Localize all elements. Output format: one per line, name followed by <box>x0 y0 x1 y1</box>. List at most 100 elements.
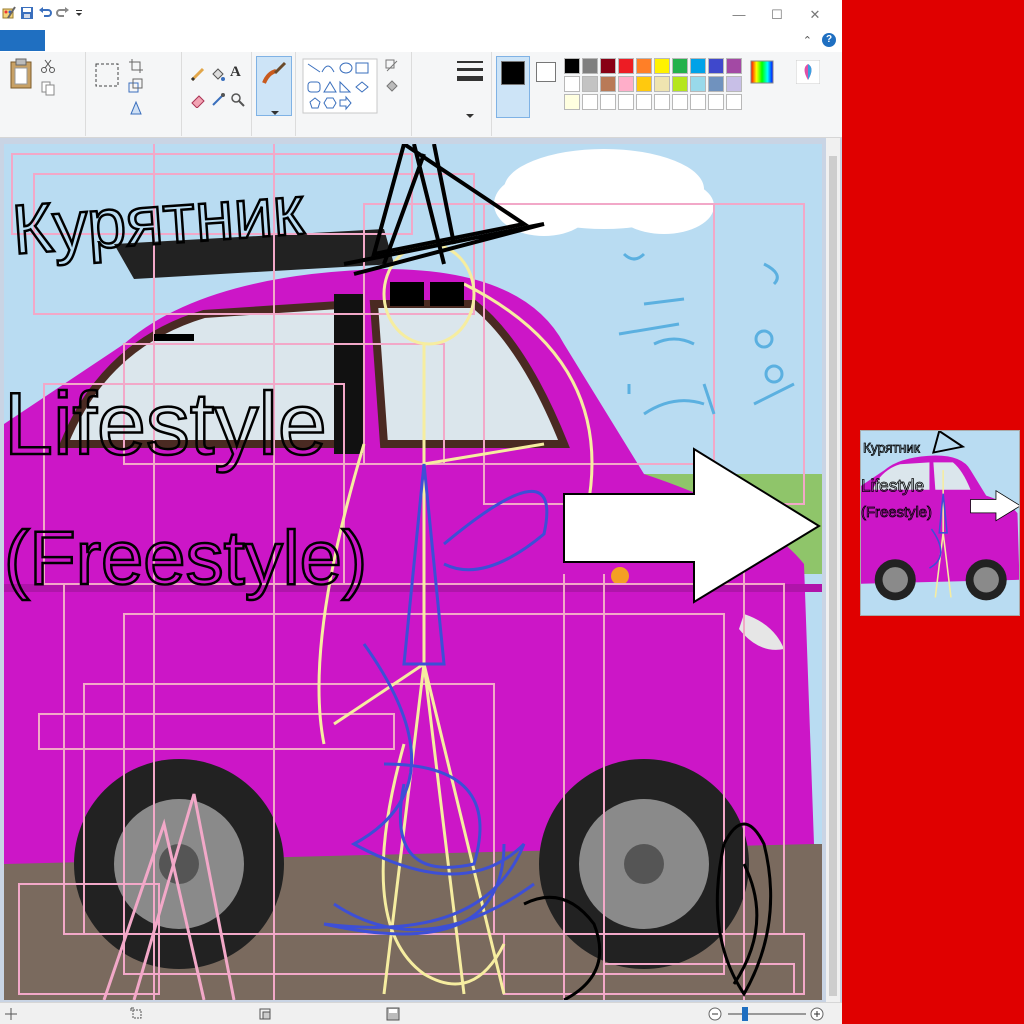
palette-swatch-28[interactable] <box>708 94 724 110</box>
drawing-canvas[interactable]: Курятник Lifestyle (Freestyle) <box>4 144 822 1000</box>
cut-icon[interactable] <box>40 58 56 74</box>
palette-swatch-14[interactable] <box>636 76 652 92</box>
paint-app-icon <box>2 6 16 20</box>
size-icon[interactable] <box>456 58 484 88</box>
palette-swatch-27[interactable] <box>690 94 706 110</box>
brushes-group <box>252 52 296 136</box>
paint3d-icon[interactable] <box>795 59 821 85</box>
status-bar <box>0 1002 842 1024</box>
disk-icon <box>386 1007 400 1021</box>
size-group <box>446 52 492 136</box>
brush-dropdown-icon[interactable] <box>271 103 279 115</box>
palette-swatch-13[interactable] <box>618 76 634 92</box>
palette-swatch-0[interactable] <box>564 58 580 74</box>
shapes-icon[interactable] <box>302 58 378 114</box>
palette-swatch-16[interactable] <box>672 76 688 92</box>
thumbnail-line-3: (Freestyle) <box>861 505 932 521</box>
maximize-button[interactable]: ☐ <box>758 4 796 26</box>
brush-button[interactable] <box>256 56 292 116</box>
help-icon[interactable]: ? <box>822 33 836 47</box>
thumbnail-line-1: Курятник <box>863 441 921 456</box>
color2-swatch <box>536 62 556 82</box>
palette-swatch-6[interactable] <box>672 58 688 74</box>
palette-swatch-18[interactable] <box>708 76 724 92</box>
magnifier-icon[interactable] <box>230 92 246 108</box>
paint-window: — ☐ ✕ ⌃ ? A Курятник Lifestyle (Freestyl… <box>0 0 842 1024</box>
palette-swatch-25[interactable] <box>654 94 670 110</box>
close-button[interactable]: ✕ <box>796 4 834 26</box>
eraser-icon[interactable] <box>190 92 206 109</box>
vertical-scrollbar[interactable] <box>826 138 840 1002</box>
scrollbar-thumb[interactable] <box>829 156 837 996</box>
palette-swatch-15[interactable] <box>654 76 670 92</box>
palette-swatch-19[interactable] <box>726 76 742 92</box>
palette-swatch-22[interactable] <box>600 94 616 110</box>
select-icon[interactable] <box>94 62 120 88</box>
clipboard-group <box>0 52 86 136</box>
palette-swatch-20[interactable] <box>564 94 580 110</box>
undo-icon[interactable] <box>38 6 52 20</box>
palette-swatch-3[interactable] <box>618 58 634 74</box>
palette-swatch-26[interactable] <box>672 94 688 110</box>
minimize-button[interactable]: — <box>720 4 758 26</box>
color-palette <box>564 58 742 110</box>
palette-swatch-9[interactable] <box>726 58 742 74</box>
palette-swatch-29[interactable] <box>726 94 742 110</box>
palette-swatch-21[interactable] <box>582 94 598 110</box>
ribbon: A <box>0 52 842 138</box>
text-icon[interactable]: A <box>230 64 246 80</box>
title-bar: — ☐ ✕ <box>0 0 842 30</box>
selection-size-icon <box>130 1007 144 1021</box>
rotate-icon[interactable] <box>128 100 144 116</box>
redo-icon[interactable] <box>56 6 70 20</box>
zoom-in-icon[interactable] <box>810 1007 824 1021</box>
window-controls: — ☐ ✕ <box>720 4 834 26</box>
file-tab[interactable] <box>0 30 45 51</box>
palette-swatch-17[interactable] <box>690 76 706 92</box>
thumbnail-preview: Курятник Lifestyle (Freestyle) <box>860 430 1020 616</box>
edit-colors-icon[interactable] <box>750 60 774 84</box>
palette-swatch-12[interactable] <box>600 76 616 92</box>
zoom-slider[interactable] <box>728 1007 806 1021</box>
zoom-control <box>708 1007 828 1021</box>
palette-swatch-24[interactable] <box>636 94 652 110</box>
palette-swatch-11[interactable] <box>582 76 598 92</box>
shapes-group <box>296 52 412 136</box>
customize-qat-icon[interactable] <box>74 6 88 20</box>
brush-icon <box>261 61 287 87</box>
zoom-slider-thumb[interactable] <box>742 1007 748 1021</box>
handwritten-line-2: Lifestyle <box>4 374 327 473</box>
paste-icon[interactable] <box>8 58 34 90</box>
palette-swatch-23[interactable] <box>618 94 634 110</box>
quick-access-toolbar <box>2 6 88 20</box>
outline-icon[interactable] <box>384 58 400 74</box>
palette-swatch-10[interactable] <box>564 76 580 92</box>
color1-swatch <box>501 61 525 85</box>
color1-button[interactable] <box>496 56 530 118</box>
palette-swatch-5[interactable] <box>654 58 670 74</box>
save-icon[interactable] <box>20 6 34 20</box>
color2-button[interactable] <box>534 60 558 90</box>
size-dropdown-icon[interactable] <box>466 106 474 118</box>
palette-swatch-2[interactable] <box>600 58 616 74</box>
palette-swatch-7[interactable] <box>690 58 706 74</box>
resize-icon[interactable] <box>128 78 144 94</box>
palette-swatch-8[interactable] <box>708 58 724 74</box>
handwritten-line-3: (Freestyle) <box>4 516 367 601</box>
thumbnail-line-2: Lifestyle <box>861 476 924 496</box>
ribbon-right-controls: ⌃ ? <box>803 33 836 47</box>
fill-shape-icon[interactable] <box>384 78 400 94</box>
ribbon-tab-row: ⌃ ? <box>0 30 842 52</box>
pencil-icon[interactable] <box>190 66 206 82</box>
canvas-size-icon <box>258 1007 272 1021</box>
fill-icon[interactable] <box>210 66 226 82</box>
color-picker-icon[interactable] <box>210 92 226 108</box>
add-text-icon <box>4 1007 18 1021</box>
palette-swatch-4[interactable] <box>636 58 652 74</box>
zoom-out-icon[interactable] <box>708 1007 722 1021</box>
copy-icon[interactable] <box>40 80 56 96</box>
image-group <box>86 52 182 136</box>
collapse-ribbon-icon[interactable]: ⌃ <box>803 34 812 47</box>
palette-swatch-1[interactable] <box>582 58 598 74</box>
crop-icon[interactable] <box>128 58 144 74</box>
